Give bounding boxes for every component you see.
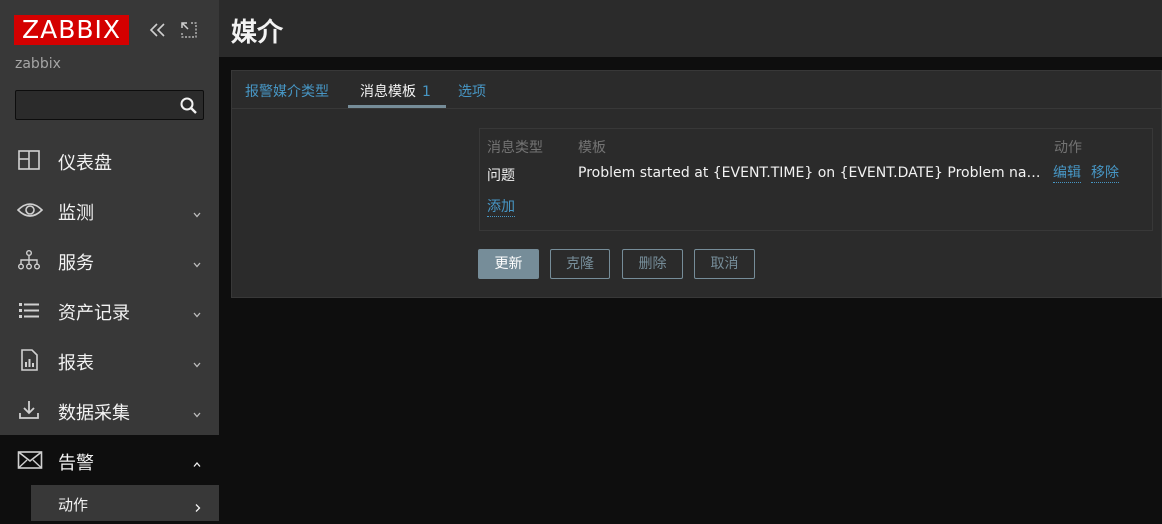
chevron-down-icon (192, 205, 202, 218)
submenu-label: 动作 (58, 496, 89, 514)
chevron-down-icon (192, 255, 202, 268)
menu-label: 数据采集 (58, 403, 130, 424)
chevron-up-icon (192, 455, 202, 467)
chevron-down-icon (192, 405, 202, 418)
tab-bar: 报警媒介类型 消息模板 1 选项 (232, 71, 1161, 109)
main-menu: 仪表盘 监测 服务 资产记录 报表 数据采集 告警 动作 (0, 135, 219, 524)
collapse-sidebar-icon[interactable] (148, 20, 168, 40)
app: ZABBIX zabbix 仪表盘 监测 服务 资产记录 报表 数据采集 告警 … (0, 0, 1162, 524)
search-input[interactable] (16, 91, 171, 119)
page-header: 媒介 (219, 0, 1162, 57)
tab-count-badge: 1 (422, 84, 431, 100)
menu-label: 资产记录 (58, 303, 130, 324)
add-template-link[interactable]: 添加 (487, 199, 515, 217)
menu-label: 服务 (58, 253, 94, 274)
cancel-button[interactable]: 取消 (694, 249, 755, 279)
tab-options[interactable]: 选项 (458, 81, 486, 101)
download-icon (17, 398, 41, 422)
tab-media-type[interactable]: 报警媒介类型 (245, 81, 329, 101)
tab-label: 消息模板 (360, 84, 416, 100)
menu-item-monitoring[interactable]: 监测 (0, 185, 219, 235)
sidebar: ZABBIX zabbix 仪表盘 监测 服务 资产记录 报表 数据采集 告警 … (0, 0, 219, 524)
report-icon (17, 348, 41, 372)
message-type-cell: 问题 (487, 168, 515, 184)
server-name: zabbix (15, 56, 61, 72)
menu-label: 报表 (58, 353, 94, 374)
zabbix-logo[interactable]: ZABBIX (14, 15, 129, 45)
delete-button[interactable]: 删除 (622, 249, 683, 279)
tab-message-templates[interactable]: 消息模板 1 (360, 81, 431, 101)
search-box (15, 90, 204, 120)
menu-item-dashboard[interactable]: 仪表盘 (0, 135, 219, 185)
list-icon (17, 298, 41, 322)
chevron-down-icon (192, 355, 202, 368)
menu-item-data-collection[interactable]: 数据采集 (0, 385, 219, 435)
clone-button[interactable]: 克隆 (550, 249, 610, 279)
chevron-down-icon (192, 305, 202, 318)
search-icon[interactable] (179, 96, 199, 116)
chevron-right-icon (194, 498, 202, 512)
hierarchy-icon (17, 248, 41, 272)
message-templates-table: 消息类型 模板 动作 问题 Problem started at {EVENT.… (479, 128, 1153, 231)
menu-label: 告警 (58, 453, 94, 474)
update-button[interactable]: 更新 (478, 249, 539, 279)
menu-label: 仪表盘 (58, 153, 112, 174)
submenu-item-actions[interactable]: 动作 (31, 485, 219, 521)
menu-item-inventory[interactable]: 资产记录 (0, 285, 219, 335)
alerts-submenu: 动作 (0, 485, 219, 524)
tab-selected-indicator (348, 105, 446, 108)
page-title: 媒介 (231, 18, 284, 48)
column-header: 动作 (1054, 140, 1082, 156)
menu-item-alerts[interactable]: 告警 (0, 435, 219, 485)
media-type-form: 报警媒介类型 消息模板 1 选项 消息类型 模板 动作 问题 Problem st… (231, 70, 1162, 298)
edit-link[interactable]: 编辑 (1053, 165, 1081, 183)
template-cell: Problem started at {EVENT.TIME} on {EVEN… (578, 165, 1048, 181)
remove-link[interactable]: 移除 (1091, 165, 1119, 183)
column-header: 模板 (578, 140, 606, 156)
menu-label: 监测 (58, 203, 94, 224)
kiosk-mode-icon[interactable] (180, 21, 198, 39)
column-header: 消息类型 (487, 140, 543, 156)
eye-icon (16, 198, 44, 222)
envelope-icon (17, 448, 43, 472)
dashboard-icon (17, 148, 41, 172)
menu-item-reports[interactable]: 报表 (0, 335, 219, 385)
menu-item-services[interactable]: 服务 (0, 235, 219, 285)
